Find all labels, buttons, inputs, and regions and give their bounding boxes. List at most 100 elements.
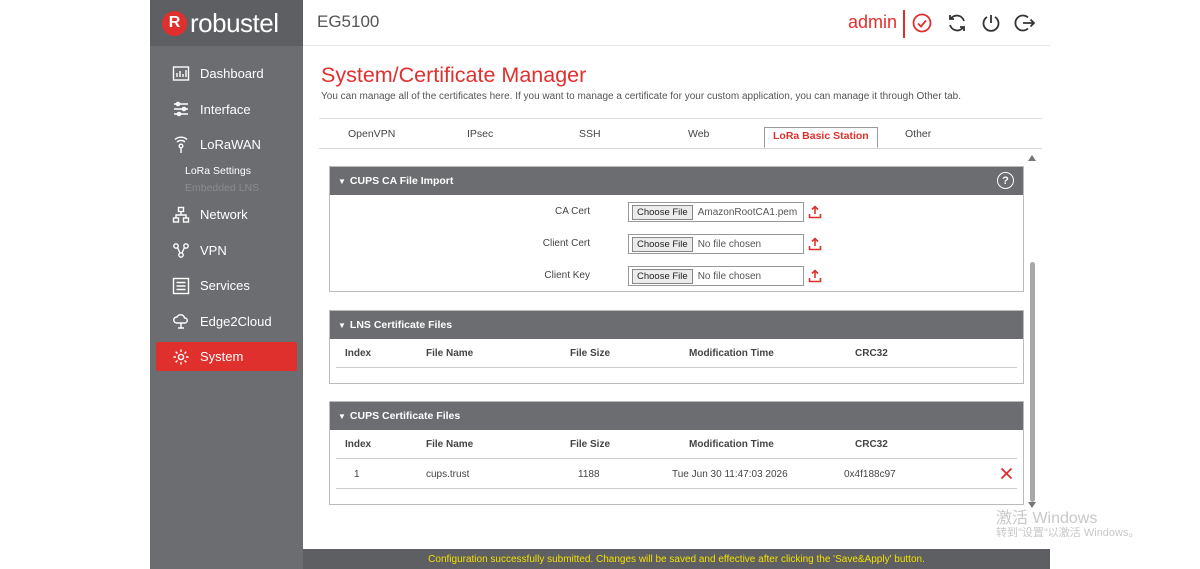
table-header: Index File Name File Size Modification T… [336, 430, 1017, 459]
column-header: Modification Time [689, 348, 774, 359]
field-label: Client Key [544, 270, 590, 281]
lns-certificate-files-panel: ▼ LNS Certificate Files Index File Name … [329, 310, 1024, 384]
cloud-icon [172, 312, 190, 330]
logo-text: robustel [190, 7, 279, 38]
sidebar-item-edge2cloud[interactable]: Edge2Cloud [150, 304, 303, 340]
file-name: AmazonRootCA1.pem [697, 206, 798, 218]
status-message-bar: Configuration successfully submitted. Ch… [303, 549, 1050, 569]
panel-header[interactable]: ▼ CUPS Certificate Files [330, 402, 1023, 430]
panel-title: CUPS Certificate Files [349, 410, 461, 422]
collapse-caret-icon: ▼ [338, 176, 346, 186]
tab-openvpn[interactable]: OpenVPN [348, 128, 395, 140]
sidebar-item-label: Dashboard [200, 66, 264, 82]
column-header: CRC32 [855, 348, 888, 359]
refresh-icon[interactable] [946, 12, 968, 34]
sidebar-item-label: Services [200, 278, 250, 294]
vertical-scrollbar[interactable] [1028, 155, 1037, 510]
table-header: Index File Name File Size Modification T… [336, 339, 1017, 368]
signal-icon [172, 136, 190, 154]
device-name: EG5100 [317, 12, 380, 31]
top-bar: EG5100 admin [303, 0, 1050, 46]
sidebar-item-vpn[interactable]: VPN [150, 232, 303, 268]
upload-icon[interactable] [808, 269, 822, 283]
collapse-caret-icon: ▼ [338, 411, 346, 421]
panel-header[interactable]: ▼ LNS Certificate Files [330, 311, 1023, 339]
username[interactable]: admin [848, 12, 897, 33]
header-separator [903, 10, 905, 38]
ca-cert-row: CA Cert Choose File AmazonRootCA1.pem [330, 202, 1023, 222]
upload-icon[interactable] [808, 237, 822, 251]
logo[interactable]: R robustel [150, 0, 303, 46]
sidebar-nav: Dashboard Interface LoRaWAN LoRa Setting… [150, 56, 303, 374]
choose-file-button[interactable]: Choose File [632, 236, 693, 252]
ca-cert-file-input[interactable]: Choose File AmazonRootCA1.pem [628, 202, 804, 222]
panel-header[interactable]: ▼ CUPS CA File Import ? [330, 167, 1023, 195]
gear-icon [172, 348, 190, 366]
sidebar-item-label: Interface [200, 101, 251, 117]
tab-other[interactable]: Other [905, 128, 931, 140]
power-refresh-icon[interactable] [980, 12, 1002, 34]
sliders-icon [172, 100, 190, 118]
table-row: 1 cups.trust 1188 Tue Jun 30 11:47:03 20… [336, 460, 1017, 489]
sidebar-item-label: VPN [200, 242, 227, 258]
network-icon [172, 206, 190, 224]
cell-file-name: cups.trust [426, 469, 470, 480]
sidebar: R robustel Dashboard Interface LoRaWAN L… [150, 0, 303, 569]
sidebar-subitem-lora-settings[interactable]: LoRa Settings [150, 163, 303, 180]
client-cert-file-input[interactable]: Choose File No file chosen [628, 234, 804, 254]
logout-icon[interactable] [1014, 12, 1036, 34]
dashboard-icon [172, 65, 190, 83]
sidebar-item-services[interactable]: Services [150, 268, 303, 304]
sidebar-item-label: Network [200, 207, 248, 223]
sidebar-item-dashboard[interactable]: Dashboard [150, 56, 303, 92]
sidebar-item-system[interactable]: System [156, 342, 297, 372]
column-header: CRC32 [855, 439, 888, 450]
field-label: Client Cert [542, 238, 590, 249]
client-key-row: Client Key Choose File No file chosen [330, 266, 1023, 286]
tab-ssh[interactable]: SSH [579, 128, 601, 140]
tab-lora-basic-station[interactable]: LoRa Basic Station [764, 127, 878, 148]
cups-ca-import-panel: ▼ CUPS CA File Import ? CA Cert Choose F… [329, 166, 1024, 292]
collapse-caret-icon: ▼ [338, 320, 346, 330]
column-header: Modification Time [689, 439, 774, 450]
tab-bar: OpenVPN IPsec SSH Web LoRa Basic Station… [319, 118, 1042, 149]
sidebar-subitem-embedded-lns[interactable]: Embedded LNS [150, 180, 303, 197]
sidebar-item-interface[interactable]: Interface [150, 92, 303, 128]
scroll-up-icon[interactable] [1028, 155, 1036, 161]
sidebar-item-label: LoRaWAN [200, 137, 261, 153]
field-label: CA Cert [554, 206, 590, 217]
upload-icon[interactable] [808, 205, 822, 219]
choose-file-button[interactable]: Choose File [632, 268, 693, 284]
column-header: Index [345, 439, 372, 450]
cell-file-size: 1188 [578, 469, 600, 480]
column-header: File Size [570, 439, 611, 450]
column-header: File Size [570, 348, 611, 359]
cell-modification-time: Tue Jun 30 11:47:03 2026 [672, 469, 788, 480]
column-header: Index [345, 348, 372, 359]
panel-title: LNS Certificate Files [349, 319, 453, 331]
file-name: No file chosen [697, 238, 762, 250]
file-name: No file chosen [697, 270, 762, 282]
client-key-file-input[interactable]: Choose File No file chosen [628, 266, 804, 286]
sidebar-item-label: System [200, 349, 244, 365]
cell-crc32: 0x4f188c97 [844, 469, 896, 480]
tab-ipsec[interactable]: IPsec [467, 128, 493, 140]
client-cert-row: Client Cert Choose File No file chosen [330, 234, 1023, 254]
list-icon [172, 277, 190, 295]
check-circle-icon[interactable] [911, 12, 933, 34]
logo-mark: R [162, 10, 187, 36]
help-icon[interactable]: ? [997, 172, 1014, 189]
page-title: System/Certificate Manager [321, 63, 587, 87]
column-header: File Name [426, 439, 474, 450]
delete-icon[interactable] [1000, 467, 1013, 480]
tab-web[interactable]: Web [688, 128, 709, 140]
main-content: System/Certificate Manager You can manag… [311, 53, 1042, 549]
activation-watermark-text: 转到"设置"以激活 Windows。 [996, 527, 1140, 539]
scroll-thumb[interactable] [1030, 262, 1035, 502]
sidebar-item-label: Edge2Cloud [200, 313, 272, 329]
sidebar-item-network[interactable]: Network [150, 197, 303, 233]
choose-file-button[interactable]: Choose File [632, 204, 693, 220]
cell-index: 1 [354, 469, 360, 480]
sidebar-item-lorawan[interactable]: LoRaWAN [150, 127, 303, 163]
column-header: File Name [426, 348, 474, 359]
